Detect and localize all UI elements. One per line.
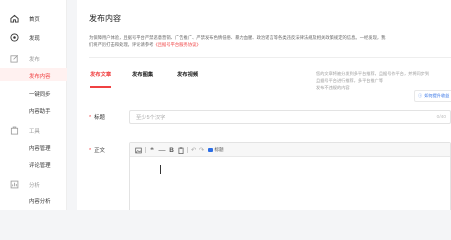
sidebar-item-publish-content[interactable]: 发布内容 [29,72,51,80]
promo-line: 您的文章将被分发到多平台推荐，且据号作平台，并将同步到 [316,71,430,76]
sidebar-item-comment-management[interactable]: 评论管理 [29,161,51,169]
sidebar-item-one-click-sync[interactable]: 一键同步 [29,90,51,98]
nav-home[interactable]: 首页 [0,12,67,25]
help-icon: ⓘ [418,93,423,98]
title-input[interactable]: 至少5个汉字 0/40 [129,110,451,124]
heading-toggle-label: 标题 [214,147,224,152]
body-label: * 正文 [89,146,105,154]
sidebar-item-content-analysis[interactable]: 内容分析 [29,197,51,205]
quote-icon[interactable]: ❝ [148,145,156,155]
clipboard-icon[interactable] [177,145,184,155]
sidebar-item-content-assistant[interactable]: 内容助手 [29,107,51,115]
text-caret [160,165,161,174]
compass-icon [10,33,19,42]
tab-publish-gallery[interactable]: 发布图集 [132,70,153,78]
toolbar-separator [187,147,188,153]
title-char-count: 0/40 [436,114,446,120]
sidebar: 首页 发现 发布 发布内容 一键同步 内容助手 工具 内容管理 评论管理 分析 … [0,0,67,210]
title-label: * 标题 [89,113,105,121]
nav-group-analytics[interactable]: 分析 [0,178,67,191]
home-icon [10,14,19,23]
title-label-text: 标题 [94,115,105,121]
undo-icon[interactable]: ↶ [190,145,197,155]
body-label-text: 正文 [94,148,105,154]
analytics-icon [10,180,19,189]
dash-icon[interactable]: — [158,145,166,155]
editor-toolbar: ❝ — B ↶ ↷ 标题 [130,143,450,157]
nav-home-label: 首页 [29,16,40,23]
image-icon[interactable] [134,145,142,155]
active-tab-underline [90,86,111,88]
nav-discover-label: 发现 [29,35,40,42]
heading-toggle[interactable]: 标题 [207,145,225,155]
edit-icon [10,54,19,63]
redo-icon[interactable]: ↷ [198,145,205,155]
notice-body: 为保障用户体验，且据号平台严禁恶意营销、广告推广、严禁发布色情低俗、暴力血腥、政… [89,35,386,47]
toolbar-separator [145,147,146,153]
notice-text: 为保障用户体验，且据号平台严禁恶意营销、广告推广、严禁发布色情低俗、暴力血腥、政… [89,35,389,48]
page-title: 发布内容 [89,14,121,23]
main-panel: 发布内容 为保障用户体验，且据号平台严禁恶意营销、广告推广、严禁发布色情低俗、暴… [77,0,451,210]
tab-publish-video[interactable]: 发布视频 [177,70,198,78]
promo-tip: 您的文章将被分发到多平台推荐，且据号作平台，并将同步到 且据号平台进行推荐，多平… [316,70,451,91]
checkbox-icon [208,147,213,153]
briefcase-icon [10,126,19,135]
divider [89,57,451,58]
nav-group-analytics-label: 分析 [29,182,40,189]
nav-group-publish-label: 发布 [29,56,40,63]
nav-discover[interactable]: 发现 [0,31,67,44]
required-marker: * [89,115,92,121]
tab-publish-article[interactable]: 发布文章 [90,70,111,78]
earnings-help-button[interactable]: ⓘ 如何提升收益 [414,90,451,102]
bold-button[interactable]: B [168,145,175,155]
promo-line: 且据号平台进行推荐，多平台推广等 [316,78,384,83]
title-placeholder: 至少5个汉字 [136,115,166,121]
service-agreement-link[interactable]: 《且据号平台服务协议》 [153,42,200,47]
nav-group-tools-label: 工具 [29,128,40,135]
earnings-help-label: 如何提升收益 [424,93,450,98]
body-editor[interactable]: ❝ — B ↶ ↷ 标题 [129,142,451,210]
nav-group-publish[interactable]: 发布 [0,52,67,65]
required-marker: * [89,148,92,154]
nav-group-tools[interactable]: 工具 [0,124,67,137]
sidebar-item-content-management[interactable]: 内容管理 [29,144,51,152]
